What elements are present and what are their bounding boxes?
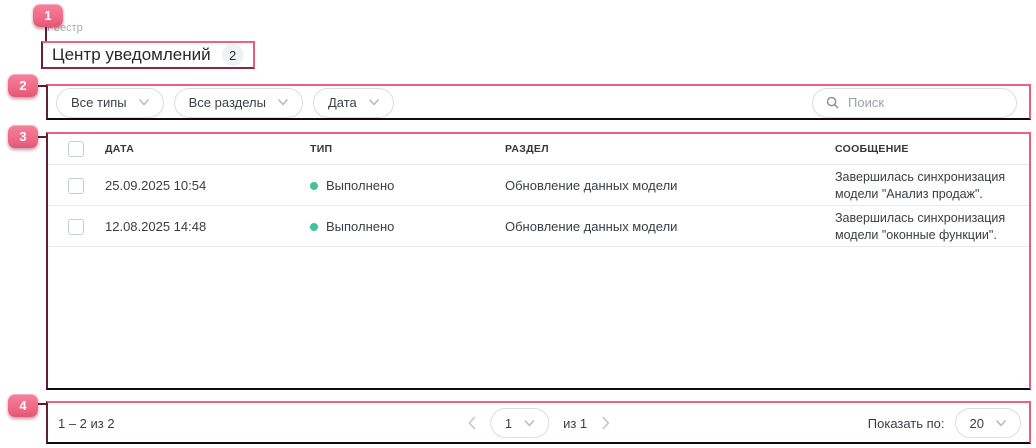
total-pages-label: из 1 xyxy=(563,416,587,431)
page-title: Центр уведомлений xyxy=(52,45,211,65)
next-page-icon[interactable] xyxy=(601,416,610,430)
table-row[interactable]: 25.09.2025 10:54 Выполнено Обновление да… xyxy=(46,165,1031,206)
current-page: 1 xyxy=(505,416,512,431)
cell-date: 12.08.2025 14:48 xyxy=(105,219,310,234)
filter-section-dropdown[interactable]: Все разделы xyxy=(174,88,303,118)
cell-status: Выполнено xyxy=(310,219,505,234)
select-all-checkbox[interactable] xyxy=(68,141,84,157)
filter-date-label: Дата xyxy=(328,95,357,110)
per-page-control: Показать по: 20 xyxy=(868,408,1021,438)
notification-count-badge: 2 xyxy=(222,44,244,66)
cell-section: Обновление данных модели xyxy=(505,219,835,234)
search-field[interactable] xyxy=(812,88,1017,118)
per-page-label: Показать по: xyxy=(868,416,945,431)
per-page-value: 20 xyxy=(970,416,984,431)
search-icon xyxy=(826,96,839,109)
status-dot-icon xyxy=(310,223,318,231)
prev-page-icon[interactable] xyxy=(467,416,476,430)
filter-section-label: Все разделы xyxy=(189,95,266,110)
annotation-connector-1 xyxy=(45,26,47,42)
chevron-down-icon xyxy=(278,99,288,106)
cell-section: Обновление данных модели xyxy=(505,178,835,193)
annotation-badge-1: 1 xyxy=(33,4,63,27)
column-header-section: Раздел xyxy=(505,143,835,155)
status-dot-icon xyxy=(310,182,318,190)
cell-message: Завершилась синхронизация модели "Анализ… xyxy=(835,165,1031,206)
status-label: Выполнено xyxy=(326,178,394,193)
per-page-dropdown[interactable]: 20 xyxy=(955,408,1021,438)
filter-type-dropdown[interactable]: Все типы xyxy=(56,88,164,118)
pagination-footer: 1 – 2 из 2 1 из 1 Показать по: 20 xyxy=(46,402,1031,444)
annotation-badge-3: 3 xyxy=(8,125,38,148)
row-checkbox[interactable] xyxy=(68,219,84,235)
chevron-down-icon xyxy=(996,420,1006,427)
cell-status: Выполнено xyxy=(310,178,505,193)
cell-message: Завершилась синхронизация модели "оконны… xyxy=(835,206,1031,247)
annotation-badge-2: 2 xyxy=(8,74,38,97)
status-label: Выполнено xyxy=(326,219,394,234)
page-title-box: Центр уведомлений 2 xyxy=(41,41,255,69)
column-header-message: Сообщение xyxy=(835,143,1031,155)
page-select-dropdown[interactable]: 1 xyxy=(490,408,549,438)
search-input[interactable] xyxy=(848,95,1003,110)
chevron-down-icon xyxy=(139,99,149,106)
chevron-down-icon xyxy=(369,99,379,106)
rows-range-label: 1 – 2 из 2 xyxy=(58,416,115,431)
annotation-badge-4: 4 xyxy=(8,394,38,417)
filter-toolbar: Все типы Все разделы Дата xyxy=(46,85,1031,120)
column-header-type: Тип xyxy=(310,143,505,155)
pager: 1 из 1 xyxy=(467,408,610,438)
column-header-date: Дата xyxy=(105,143,310,155)
filter-date-dropdown[interactable]: Дата xyxy=(313,88,394,118)
notifications-table: Дата Тип Раздел Сообщение 25.09.2025 10:… xyxy=(46,133,1031,390)
row-checkbox[interactable] xyxy=(68,178,84,194)
table-header-row: Дата Тип Раздел Сообщение xyxy=(46,133,1031,165)
filter-type-label: Все типы xyxy=(71,95,127,110)
cell-date: 25.09.2025 10:54 xyxy=(105,178,310,193)
chevron-down-icon xyxy=(524,420,534,427)
table-row[interactable]: 12.08.2025 14:48 Выполнено Обновление да… xyxy=(46,206,1031,247)
